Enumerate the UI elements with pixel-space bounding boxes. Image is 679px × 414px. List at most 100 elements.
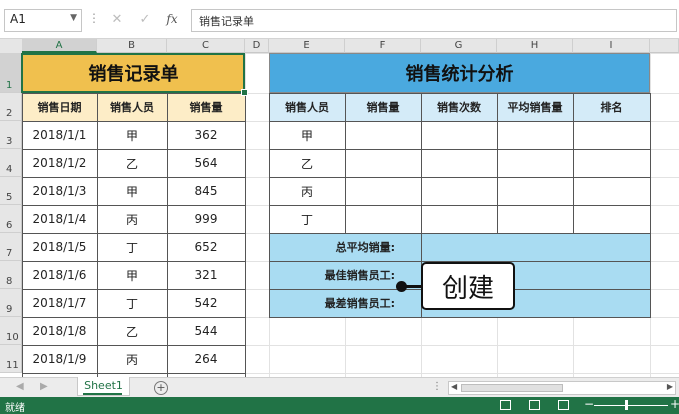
sales-record-cell[interactable]: 2018/1/7 (22, 289, 97, 317)
sales-record-cell[interactable]: 2018/1/4 (22, 205, 97, 233)
sales-stats-empty-cell[interactable] (573, 121, 650, 149)
row-header-8[interactable]: 8 (0, 261, 22, 289)
sales-stats-empty-cell[interactable] (573, 205, 650, 233)
formula-input[interactable]: 销售记录单 (191, 9, 677, 32)
summary-label[interactable]: 总平均销量: (269, 233, 421, 261)
name-box[interactable]: A1 ▼ (4, 9, 82, 32)
sales-record-cell[interactable]: 564 (167, 149, 245, 177)
sales-stats-person[interactable]: 甲 (269, 121, 345, 149)
tab-next-icon[interactable]: ▶ (40, 381, 48, 392)
sales-record-cell[interactable]: 2018/1/2 (22, 149, 97, 177)
column-header-b[interactable]: B (97, 39, 167, 53)
sales-stats-empty-cell[interactable] (573, 177, 650, 205)
sales-record-cell[interactable]: 542 (167, 289, 245, 317)
sales-record-cell[interactable]: 甲 (97, 261, 167, 289)
select-all-corner[interactable] (0, 39, 23, 54)
sales-record-cell[interactable]: 264 (167, 345, 245, 373)
sales-stats-header[interactable]: 销售次数 (421, 93, 497, 121)
row-header-1[interactable]: 1 (0, 53, 22, 93)
sales-stats-empty-cell[interactable] (497, 177, 573, 205)
page-layout-icon[interactable] (529, 400, 540, 410)
sales-record-header[interactable]: 销售人员 (97, 93, 167, 121)
sales-record-cell[interactable]: 321 (167, 261, 245, 289)
sales-record-cell[interactable]: 2018/1/8 (22, 317, 97, 345)
zoom-slider-thumb[interactable] (625, 400, 628, 410)
sales-stats-header[interactable]: 销售人员 (269, 93, 345, 121)
sales-stats-empty-cell[interactable] (573, 149, 650, 177)
sales-stats-person[interactable]: 丙 (269, 177, 345, 205)
sales-record-cell[interactable]: 2018/1/5 (22, 233, 97, 261)
row-header-6[interactable]: 6 (0, 205, 22, 233)
column-header-f[interactable]: F (345, 39, 421, 53)
sales-record-cell[interactable]: 丁 (97, 289, 167, 317)
page-break-preview-icon[interactable] (558, 400, 569, 410)
column-header-i[interactable]: I (573, 39, 650, 53)
zoom-out-icon[interactable]: − (584, 397, 594, 411)
sales-record-cell[interactable]: 丙 (97, 205, 167, 233)
sales-record-cell[interactable]: 652 (167, 233, 245, 261)
sales-record-cell[interactable]: 362 (167, 121, 245, 149)
sales-stats-empty-cell[interactable] (497, 149, 573, 177)
column-header-d[interactable]: D (245, 39, 269, 53)
sales-record-cell[interactable]: 2018/1/9 (22, 345, 97, 373)
cancel-icon[interactable]: ✕ (107, 9, 127, 30)
column-header-g[interactable]: G (421, 39, 497, 53)
sales-stats-header[interactable]: 平均销售量 (497, 93, 573, 121)
sales-record-cell[interactable]: 丁 (97, 233, 167, 261)
column-header-c[interactable]: C (167, 39, 245, 53)
row-header-2[interactable]: 2 (0, 93, 22, 121)
scroll-right-icon[interactable]: ▶ (667, 382, 673, 391)
sales-stats-empty-cell[interactable] (345, 177, 421, 205)
row-header-5[interactable]: 5 (0, 177, 22, 205)
sales-record-cell[interactable]: 544 (167, 317, 245, 345)
chevron-down-icon[interactable]: ▼ (70, 13, 77, 23)
sales-stats-empty-cell[interactable] (345, 121, 421, 149)
sales-record-header[interactable]: 销售日期 (22, 93, 97, 121)
zoom-in-icon[interactable]: + (670, 397, 679, 411)
sales-record-cell[interactable]: 2018/1/3 (22, 177, 97, 205)
sales-record-cell[interactable]: 甲 (97, 177, 167, 205)
zoom-slider[interactable] (594, 405, 668, 406)
more-options-icon[interactable]: ⋮ (88, 11, 100, 25)
scroll-left-icon[interactable]: ◀ (451, 382, 457, 391)
sales-stats-person[interactable]: 丁 (269, 205, 345, 233)
insert-function-icon[interactable]: fx (162, 9, 182, 30)
sales-record-cell[interactable]: 2018/1/6 (22, 261, 97, 289)
sales-stats-empty-cell[interactable] (497, 205, 573, 233)
sales-stats-empty-cell[interactable] (345, 149, 421, 177)
column-header-extra[interactable] (650, 39, 679, 53)
fill-handle[interactable] (241, 89, 248, 96)
row-header-10[interactable]: 10 (0, 317, 22, 345)
sales-stats-empty-cell[interactable] (345, 205, 421, 233)
row-header-9[interactable]: 9 (0, 289, 22, 317)
row-header-3[interactable]: 3 (0, 121, 22, 149)
tab-prev-icon[interactable]: ◀ (16, 381, 24, 392)
sales-stats-empty-cell[interactable] (421, 121, 497, 149)
sales-record-cell[interactable]: 乙 (97, 317, 167, 345)
sales-record-cell[interactable]: 845 (167, 177, 245, 205)
sales-stats-empty-cell[interactable] (421, 177, 497, 205)
sales-record-cell[interactable]: 2018/1/1 (22, 121, 97, 149)
summary-value-cell[interactable] (421, 233, 650, 261)
sales-stats-header[interactable]: 销售量 (345, 93, 421, 121)
sales-record-cell[interactable]: 丙 (97, 345, 167, 373)
add-sheet-button[interactable]: + (154, 381, 168, 395)
confirm-icon[interactable]: ✓ (135, 9, 155, 30)
row-header-4[interactable]: 4 (0, 149, 22, 177)
summary-label[interactable]: 最差销售员工: (269, 289, 421, 317)
sales-record-cell[interactable]: 甲 (97, 121, 167, 149)
tab-split-handle[interactable]: ⋮ (432, 381, 442, 392)
sales-stats-person[interactable]: 乙 (269, 149, 345, 177)
row-header-7[interactable]: 7 (0, 233, 22, 261)
sales-stats-empty-cell[interactable] (421, 205, 497, 233)
column-header-h[interactable]: H (497, 39, 573, 53)
column-header-e[interactable]: E (269, 39, 345, 53)
sales-record-cell[interactable]: 999 (167, 205, 245, 233)
scrollbar-thumb[interactable] (461, 384, 563, 392)
sales-record-header[interactable]: 销售量 (167, 93, 245, 121)
sales-stats-title[interactable]: 销售统计分析 (269, 53, 650, 93)
sales-stats-header[interactable]: 排名 (573, 93, 650, 121)
normal-view-icon[interactable] (500, 400, 511, 410)
horizontal-scrollbar[interactable]: ◀ ▶ (448, 381, 676, 395)
sales-record-cell[interactable]: 乙 (97, 149, 167, 177)
